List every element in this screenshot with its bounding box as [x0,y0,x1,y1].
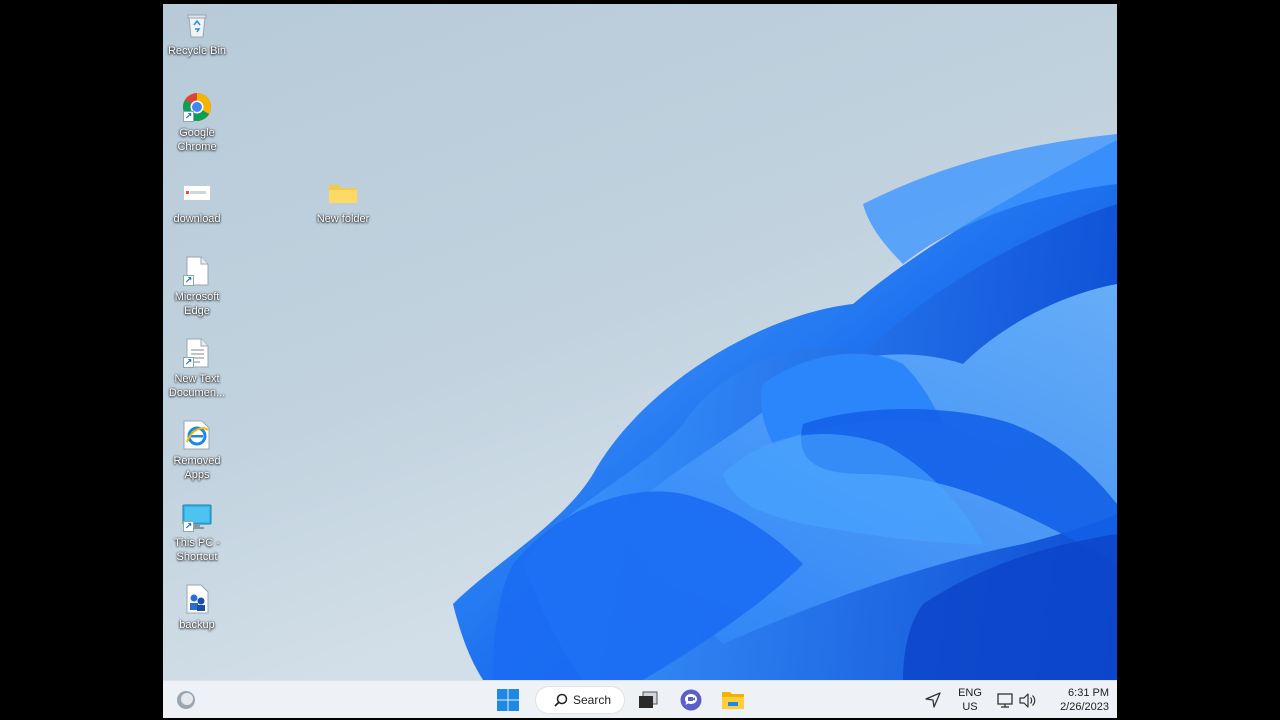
file-explorer-icon[interactable] [718,685,748,715]
volume-icon[interactable] [1017,685,1039,715]
shortcut-arrow-icon: ↗ [183,111,194,122]
desktop-icon-label: Microsoft Edge [174,291,220,317]
search-label: Search [573,693,612,707]
desktop-icon-microsoft-edge[interactable]: ↗ Microsoft Edge [163,254,231,318]
image-file-icon [180,176,214,210]
location-icon[interactable] [923,685,943,715]
clock-time: 6:31 PM [1068,687,1109,699]
desktop-icon-backup[interactable]: backup [163,582,231,632]
recycle-bin-icon [180,8,214,42]
desktop-icon-label: This PC - Shortcut [174,537,220,563]
task-view-icon[interactable] [635,685,661,715]
wallpaper-bloom [453,134,1117,680]
desktop-icon-new-text-document[interactable]: ↗ New Text Documen... [163,336,231,400]
desktop-icon-download[interactable]: download [163,176,231,226]
shortcut-arrow-icon: ↗ [183,275,194,286]
desktop-icon-label: download [173,213,221,225]
clock[interactable]: 6:31 PM 2/26/2023 [1045,685,1109,715]
desktop-icon-new-folder[interactable]: New folder [309,176,377,226]
language-region: US [962,701,978,713]
desktop-icon-label: backup [179,619,215,631]
text-document-icon: ↗ [180,336,214,370]
clock-date: 2/26/2023 [1060,701,1109,713]
blank-file-icon: ↗ [180,254,214,288]
backup-file-icon [180,582,214,616]
shortcut-arrow-icon: ↗ [183,357,194,368]
desktop[interactable]: Recycle Bin ↗ Google Chrome download New… [163,4,1117,718]
desktop-icon-label: Google Chrome [177,127,217,153]
taskbar: Search ENG US 6:31 PM 2/26/2023 [163,680,1117,718]
desktop-icon-label: Recycle Bin [167,45,227,57]
language-code: ENG [958,687,982,699]
language-indicator[interactable]: ENG US [953,685,987,715]
shortcut-arrow-icon: ↗ [183,521,194,532]
search-icon [554,693,568,707]
chrome-icon: ↗ [180,90,214,124]
folder-icon [326,176,360,210]
search-button[interactable]: Search [535,686,625,714]
desktop-icon-google-chrome[interactable]: ↗ Google Chrome [163,90,231,154]
weather-icon[interactable] [173,685,199,715]
desktop-icon-recycle-bin[interactable]: Recycle Bin [163,8,231,58]
desktop-icon-removed-apps[interactable]: Removed Apps [163,418,231,482]
desktop-icon-label: New folder [316,213,370,225]
internet-explorer-icon [180,418,214,452]
network-icon[interactable] [995,685,1015,715]
start-icon[interactable] [493,685,523,715]
chat-icon[interactable] [676,685,706,715]
monitor-icon: ↗ [180,500,214,534]
desktop-icon-label: New Text Documen... [168,373,226,399]
desktop-icon-label: Removed Apps [173,455,221,481]
desktop-icon-this-pc-shortcut[interactable]: ↗ This PC - Shortcut [163,500,231,564]
